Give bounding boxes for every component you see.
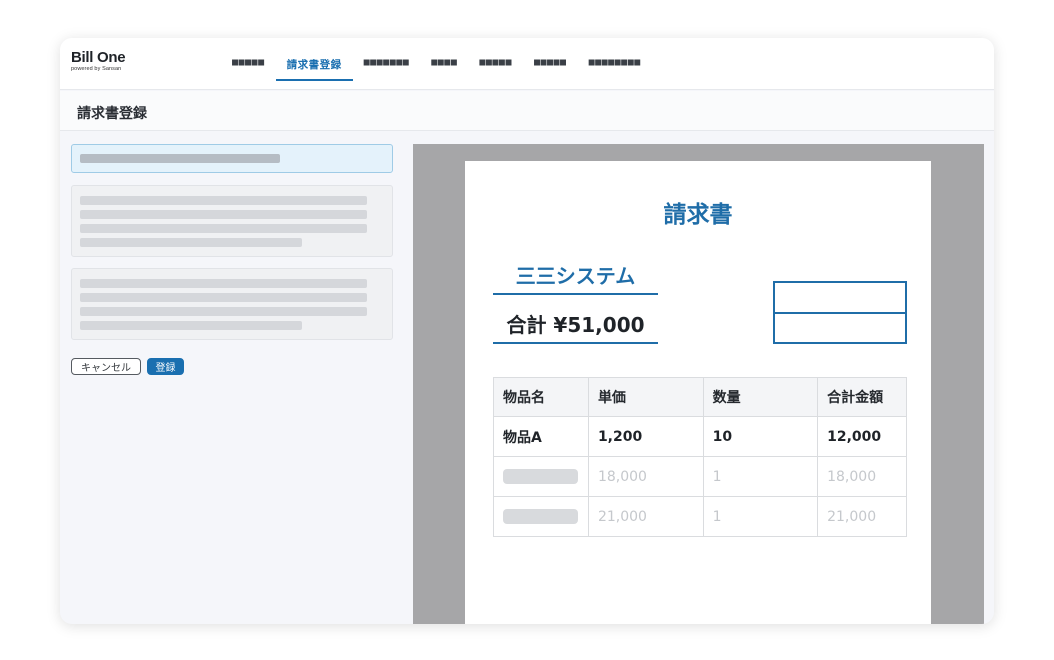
page-header: 請求書登録 bbox=[60, 91, 994, 131]
cell-item-name: 物品A bbox=[493, 416, 589, 457]
nav-tab-4[interactable]: ■■■■ bbox=[431, 38, 457, 90]
app-window: Bill One powered by Sansan ■■■■■ 請求書登録 ■… bbox=[60, 38, 994, 624]
cell-unit-price: 21,000 bbox=[587, 496, 704, 537]
cell-unit-price: 18,000 bbox=[587, 456, 704, 497]
placeholder-line bbox=[80, 154, 280, 163]
placeholder-bar bbox=[503, 469, 578, 484]
placeholder-line bbox=[80, 279, 367, 288]
table-row: 18,000 1 18,000 bbox=[493, 456, 907, 497]
column-header-amount: 合計金額 bbox=[817, 377, 907, 417]
column-header-quantity: 数量 bbox=[702, 377, 819, 417]
placeholder-line bbox=[80, 238, 302, 247]
invoice-total: 合計 ¥51,000 bbox=[493, 307, 658, 344]
form-section-card[interactable] bbox=[71, 268, 393, 340]
main-nav: ■■■■■ 請求書登録 ■■■■■■■ ■■■■ ■■■■■ ■■■■■ ■■■… bbox=[232, 38, 663, 90]
table-row: 物品A 1,200 10 12,000 bbox=[493, 416, 907, 457]
invoice-document: 請求書 三三システム 合計 ¥51,000 物品名 単価 数量 合計金額 物品A… bbox=[465, 161, 931, 624]
cell-item-name bbox=[493, 456, 589, 497]
table-row: 21,000 1 21,000 bbox=[493, 496, 907, 537]
nav-tab-invoice-registration[interactable]: 請求書登録 bbox=[275, 38, 353, 90]
nav-tab-5[interactable]: ■■■■■ bbox=[479, 38, 512, 90]
cell-quantity: 1 bbox=[702, 496, 819, 537]
stamp-box-divider bbox=[775, 312, 905, 314]
placeholder-line bbox=[80, 210, 367, 219]
cell-amount: 18,000 bbox=[817, 456, 907, 497]
page-title: 請求書登録 bbox=[77, 106, 147, 122]
form-section-card[interactable] bbox=[71, 185, 393, 257]
placeholder-line bbox=[80, 196, 367, 205]
form-panel: キャンセル 登録 bbox=[60, 132, 412, 624]
invoice-items-table: 物品名 単価 数量 合計金額 物品A 1,200 10 12,000 18,00… bbox=[493, 377, 907, 537]
cell-amount: 21,000 bbox=[817, 496, 907, 537]
placeholder-bar bbox=[503, 509, 578, 524]
cell-quantity: 1 bbox=[702, 456, 819, 497]
top-navigation-bar: Bill One powered by Sansan ■■■■■ 請求書登録 ■… bbox=[60, 38, 994, 90]
placeholder-line bbox=[80, 307, 367, 316]
placeholder-line bbox=[80, 224, 367, 233]
column-header-item-name: 物品名 bbox=[493, 377, 589, 417]
cell-item-name bbox=[493, 496, 589, 537]
logo-subtext: powered by Sansan bbox=[71, 66, 122, 72]
nav-tab-1[interactable]: ■■■■■ bbox=[232, 38, 265, 90]
invoice-preview-viewer[interactable]: 請求書 三三システム 合計 ¥51,000 物品名 単価 数量 合計金額 物品A… bbox=[413, 144, 984, 624]
nav-tab-3[interactable]: ■■■■■■■ bbox=[364, 38, 410, 90]
vendor-name: 三三システム bbox=[493, 259, 658, 295]
active-input-field[interactable] bbox=[71, 144, 393, 173]
placeholder-line bbox=[80, 293, 367, 302]
bill-one-logo[interactable]: Bill One powered by Sansan bbox=[71, 49, 126, 73]
cell-unit-price: 1,200 bbox=[587, 416, 704, 457]
cancel-button[interactable]: キャンセル bbox=[71, 358, 141, 375]
stamp-box bbox=[773, 281, 907, 344]
cell-quantity: 10 bbox=[702, 416, 819, 457]
invoice-title: 請求書 bbox=[663, 202, 733, 228]
column-header-unit-price: 単価 bbox=[587, 377, 704, 417]
nav-tab-6[interactable]: ■■■■■ bbox=[534, 38, 567, 90]
register-button[interactable]: 登録 bbox=[147, 358, 184, 375]
nav-tab-7[interactable]: ■■■■■■■■ bbox=[589, 38, 641, 90]
logo-text: Bill One bbox=[71, 49, 126, 66]
table-header-row: 物品名 単価 数量 合計金額 bbox=[493, 377, 907, 417]
placeholder-line bbox=[80, 321, 302, 330]
cell-amount: 12,000 bbox=[817, 416, 907, 457]
